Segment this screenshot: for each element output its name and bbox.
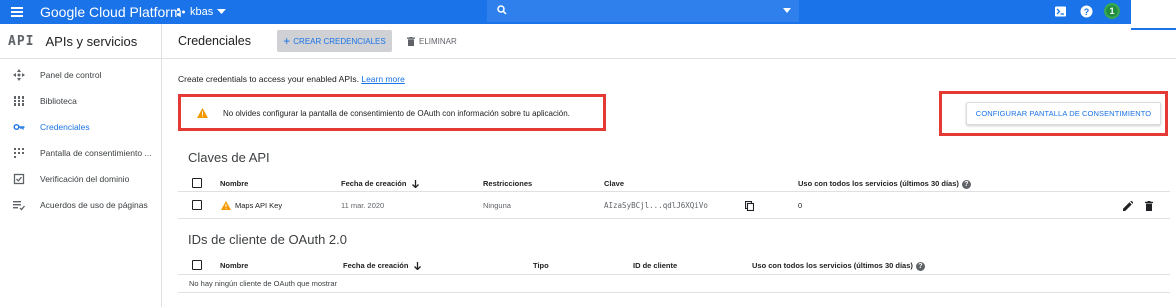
info-text: Create credentials to access your enable… xyxy=(178,74,405,84)
api-logo: API xyxy=(8,33,35,49)
api-keys-title: Claves de API xyxy=(188,150,270,165)
trash-icon[interactable] xyxy=(1145,201,1153,211)
oauth-empty-row: No hay ningún cliente de OAuth que mostr… xyxy=(178,275,1170,293)
svg-text:?: ? xyxy=(1084,7,1090,17)
column-creation-date[interactable]: Fecha de creación xyxy=(341,179,420,189)
sort-arrow-icon[interactable] xyxy=(414,262,422,271)
domain-check-icon xyxy=(13,173,25,185)
sidebar-item-credentials[interactable]: Credenciales xyxy=(0,114,161,140)
search-dropdown-icon[interactable] xyxy=(783,8,791,13)
sidebar-item-consent-screen[interactable]: Pantalla de consentimiento ... xyxy=(0,140,161,166)
search-input[interactable] xyxy=(487,0,799,22)
sidebar-item-label: Pantalla de consentimiento ... xyxy=(40,148,152,158)
library-icon xyxy=(13,96,25,106)
delete-label: ELIMINAR xyxy=(419,36,457,46)
info-message: Create credentials to access your enable… xyxy=(178,74,359,84)
copy-icon[interactable] xyxy=(745,201,754,211)
column-usage-label: Uso con todos los servicios (últimos 30 … xyxy=(752,261,913,270)
help-icon[interactable]: ? xyxy=(915,261,925,271)
column-usage: Uso con todos los servicios (últimos 30 … xyxy=(798,179,971,189)
oauth-warning-banner: No olvides configurar la pantalla de con… xyxy=(178,94,606,131)
delete-button[interactable]: ELIMINAR xyxy=(407,30,457,52)
consent-icon xyxy=(14,148,24,158)
select-all-checkbox[interactable] xyxy=(192,260,202,270)
page-agreement-icon xyxy=(13,201,25,211)
help-icon[interactable]: ? xyxy=(1080,5,1093,18)
sidebar-header: API APIs y servicios xyxy=(0,24,161,59)
page-title: Credenciales xyxy=(178,34,251,48)
column-key: Clave xyxy=(604,179,625,188)
project-icon xyxy=(177,8,185,16)
chevron-down-icon xyxy=(217,9,227,14)
sidebar-item-dashboard[interactable]: Panel de control xyxy=(0,62,161,88)
sidebar-item-label: Panel de control xyxy=(40,70,102,80)
page-header: Credenciales + CREAR CREDENCIALES ELIMIN… xyxy=(162,24,1176,59)
column-type: Tipo xyxy=(533,261,549,270)
row-checkbox[interactable] xyxy=(192,200,202,210)
configure-consent-screen-button[interactable]: CONFIGURAR PANTALLA DE CONSENTIMIENTO xyxy=(966,102,1161,125)
consent-highlight: CONFIGURAR PANTALLA DE CONSENTIMIENTO xyxy=(939,91,1168,136)
sidebar-item-page-agreements[interactable]: Acuerdos de uso de páginas xyxy=(0,192,161,218)
column-usage: Uso con todos los servicios (últimos 30 … xyxy=(752,261,925,271)
oauth-empty-message: No hay ningún cliente de OAuth que mostr… xyxy=(189,279,338,288)
warning-icon xyxy=(197,108,208,118)
column-usage-label: Uso con todos los servicios (últimos 30 … xyxy=(798,179,959,188)
sidebar: API APIs y servicios Panel de control Bi… xyxy=(0,24,162,307)
sidebar-item-library[interactable]: Biblioteca xyxy=(0,88,161,114)
sidebar-item-label: Acuerdos de uso de páginas xyxy=(40,200,148,210)
column-restrictions: Restricciones xyxy=(483,179,533,188)
project-name: kbas xyxy=(190,6,214,18)
api-keys-header-row: Nombre Fecha de creación Restricciones C… xyxy=(178,174,1170,192)
sidebar-item-label: Biblioteca xyxy=(40,96,77,106)
sort-arrow-icon[interactable] xyxy=(412,180,420,189)
api-key-name[interactable]: Maps API Key xyxy=(235,201,282,210)
oauth-header-row: Nombre Fecha de creación Tipo ID de clie… xyxy=(178,257,1170,275)
column-creation-date[interactable]: Fecha de creación xyxy=(343,261,422,271)
column-name[interactable]: Nombre xyxy=(220,261,248,270)
select-all-checkbox[interactable] xyxy=(192,178,202,188)
warning-icon xyxy=(221,201,231,210)
column-creation-date-label: Fecha de creación xyxy=(341,179,407,188)
dashboard-icon xyxy=(13,69,25,81)
api-key-value: AIzaSyBCjl...qdlJ6XQiVo xyxy=(604,201,708,210)
cloud-shell-icon[interactable] xyxy=(1054,5,1067,18)
notifications-count: 1 xyxy=(1106,5,1118,17)
help-icon[interactable]: ? xyxy=(961,179,971,189)
notifications-badge[interactable]: 1 xyxy=(1104,3,1120,19)
table-row: Maps API Key 11 mar. 2020 Ninguna AIzaSy… xyxy=(178,192,1170,219)
menu-icon[interactable] xyxy=(9,5,25,19)
search-icon xyxy=(497,5,507,15)
column-name[interactable]: Nombre xyxy=(220,179,248,188)
column-client-id: ID de cliente xyxy=(633,261,678,270)
api-key-usage: 0 xyxy=(798,201,803,210)
learn-more-link[interactable]: Learn more xyxy=(361,74,404,84)
edit-icon[interactable] xyxy=(1123,201,1133,211)
column-creation-date-label: Fecha de creación xyxy=(343,261,409,270)
trash-icon xyxy=(407,36,415,46)
api-key-date: 11 mar. 2020 xyxy=(341,201,385,210)
top-bar: Google Cloud Platform kbas ? 1 xyxy=(0,0,1176,30)
sidebar-item-label: Verificación del dominio xyxy=(40,174,130,184)
sidebar-title: APIs y servicios xyxy=(45,33,138,49)
create-credentials-button[interactable]: + CREAR CREDENCIALES xyxy=(277,30,392,52)
oauth-title: IDs de cliente de OAuth 2.0 xyxy=(188,232,347,247)
sidebar-item-label: Credenciales xyxy=(40,122,90,132)
add-icon: + xyxy=(283,34,291,48)
api-key-restrictions: Ninguna xyxy=(483,201,511,210)
key-icon xyxy=(13,124,25,130)
warning-text: No olvides configurar la pantalla de con… xyxy=(223,109,570,118)
create-credentials-label: CREAR CREDENCIALES xyxy=(293,36,386,46)
app-title[interactable]: Google Cloud Platform xyxy=(40,4,182,20)
sidebar-item-domain-verification[interactable]: Verificación del dominio xyxy=(0,166,161,192)
project-selector[interactable]: kbas xyxy=(176,4,227,20)
